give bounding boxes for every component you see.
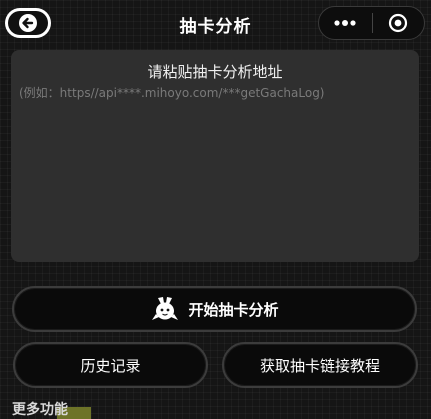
paste-panel: 请粘贴抽卡分析地址 bbox=[11, 50, 419, 262]
target-icon bbox=[389, 13, 408, 33]
history-label: 历史记录 bbox=[80, 356, 141, 375]
tutorial-label: 获取抽卡链接教程 bbox=[259, 356, 380, 375]
tutorial-button[interactable]: 获取抽卡链接教程 bbox=[222, 342, 418, 388]
mini-program-capsule bbox=[318, 6, 425, 40]
start-analysis-button[interactable]: 开始抽卡分析 bbox=[12, 286, 417, 332]
history-button[interactable]: 历史记录 bbox=[13, 342, 208, 388]
more-dots-icon bbox=[334, 20, 356, 26]
gacha-url-input[interactable] bbox=[19, 84, 411, 254]
header-bar: 抽卡分析 bbox=[0, 0, 431, 48]
close-button[interactable] bbox=[372, 7, 424, 39]
more-features-heading: 更多功能 bbox=[12, 402, 68, 418]
more-button[interactable] bbox=[319, 7, 372, 39]
paste-title: 请粘贴抽卡分析地址 bbox=[147, 63, 283, 81]
paimon-mascot-icon bbox=[152, 297, 179, 320]
start-analysis-label: 开始抽卡分析 bbox=[188, 300, 279, 319]
